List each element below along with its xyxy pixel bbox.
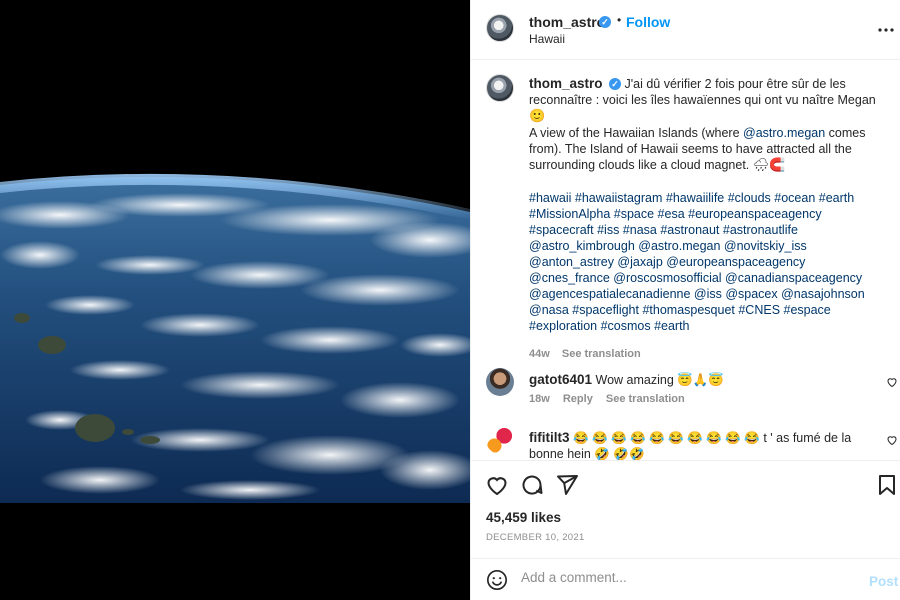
comment-see-translation[interactable]: See translation bbox=[606, 393, 685, 405]
heart-icon[interactable] bbox=[485, 473, 509, 497]
post-header: thom_astro ✓ • Follow Hawaii bbox=[471, 0, 900, 60]
post-image[interactable] bbox=[0, 0, 470, 600]
comment-username[interactable]: gatot6401 bbox=[529, 372, 592, 387]
separator-dot: • bbox=[617, 13, 622, 27]
comment-avatar[interactable] bbox=[486, 368, 514, 396]
comment-time[interactable]: 18w bbox=[529, 393, 550, 405]
likes-count[interactable]: 45,459 likes bbox=[486, 510, 561, 525]
add-comment-bar: Post bbox=[471, 558, 900, 600]
share-icon[interactable] bbox=[555, 473, 579, 497]
verified-icon: ✓ bbox=[599, 16, 611, 28]
action-bar: 45,459 likes DECEMBER 10, 2021 bbox=[471, 460, 900, 558]
comment-text: gatot6401 Wow amazing 😇🙏😇 bbox=[529, 372, 859, 388]
comment-icon[interactable] bbox=[520, 473, 544, 497]
comment-username[interactable]: fifitilt3 bbox=[529, 430, 570, 445]
post-panel: thom_astro ✓ • Follow Hawaii thom_astro … bbox=[470, 0, 900, 600]
earth-photo bbox=[0, 0, 470, 600]
mention-link[interactable]: @astro.megan bbox=[743, 126, 825, 140]
comment-avatar[interactable] bbox=[486, 426, 514, 454]
comment-input[interactable] bbox=[521, 570, 841, 585]
author-avatar[interactable] bbox=[486, 14, 514, 42]
caption-username[interactable]: thom_astro bbox=[529, 76, 603, 91]
caption-meta: 44w See translation bbox=[529, 348, 650, 360]
comment-text: fifitilt3 😂 😂 😂 😂 😂 😂 😂 😂 😂 😂 t ' as fum… bbox=[529, 430, 859, 460]
reply-button[interactable]: Reply bbox=[563, 393, 593, 405]
verified-icon: ✓ bbox=[609, 78, 621, 90]
emoji-icon[interactable] bbox=[486, 569, 508, 591]
caption-see-translation[interactable]: See translation bbox=[562, 348, 641, 360]
heart-icon[interactable] bbox=[886, 376, 898, 388]
follow-button[interactable]: Follow bbox=[626, 14, 670, 30]
caption-tags[interactable]: #hawaii #hawaiistagram #hawaiilife #clou… bbox=[529, 191, 865, 333]
comment-meta: 18w Reply See translation bbox=[529, 393, 695, 405]
comment-body: Wow amazing 😇🙏😇 bbox=[595, 373, 724, 387]
comment-body: 😂 😂 😂 😂 😂 😂 😂 😂 😂 😂 t ' as fumé de la bo… bbox=[529, 431, 852, 460]
post-date: DECEMBER 10, 2021 bbox=[486, 532, 585, 543]
caption-time[interactable]: 44w bbox=[529, 348, 550, 360]
caption-french-emoji: 🙂 bbox=[529, 109, 546, 124]
more-icon[interactable] bbox=[876, 20, 896, 40]
caption-text: thom_astro ✓ J'ai dû vérifier 2 fois pou… bbox=[529, 76, 889, 334]
heart-icon[interactable] bbox=[886, 434, 898, 446]
comments-list[interactable]: thom_astro ✓ J'ai dû vérifier 2 fois pou… bbox=[471, 60, 900, 460]
bookmark-icon[interactable] bbox=[875, 473, 899, 497]
caption-english-emoji: 🌧🧲 bbox=[752, 158, 786, 173]
location-link[interactable]: Hawaii bbox=[529, 32, 565, 46]
caption-english-1: A view of the Hawaiian Islands (where bbox=[529, 126, 743, 140]
post-button[interactable]: Post bbox=[869, 574, 898, 589]
author-username[interactable]: thom_astro bbox=[529, 14, 605, 30]
caption-avatar[interactable] bbox=[486, 74, 514, 102]
